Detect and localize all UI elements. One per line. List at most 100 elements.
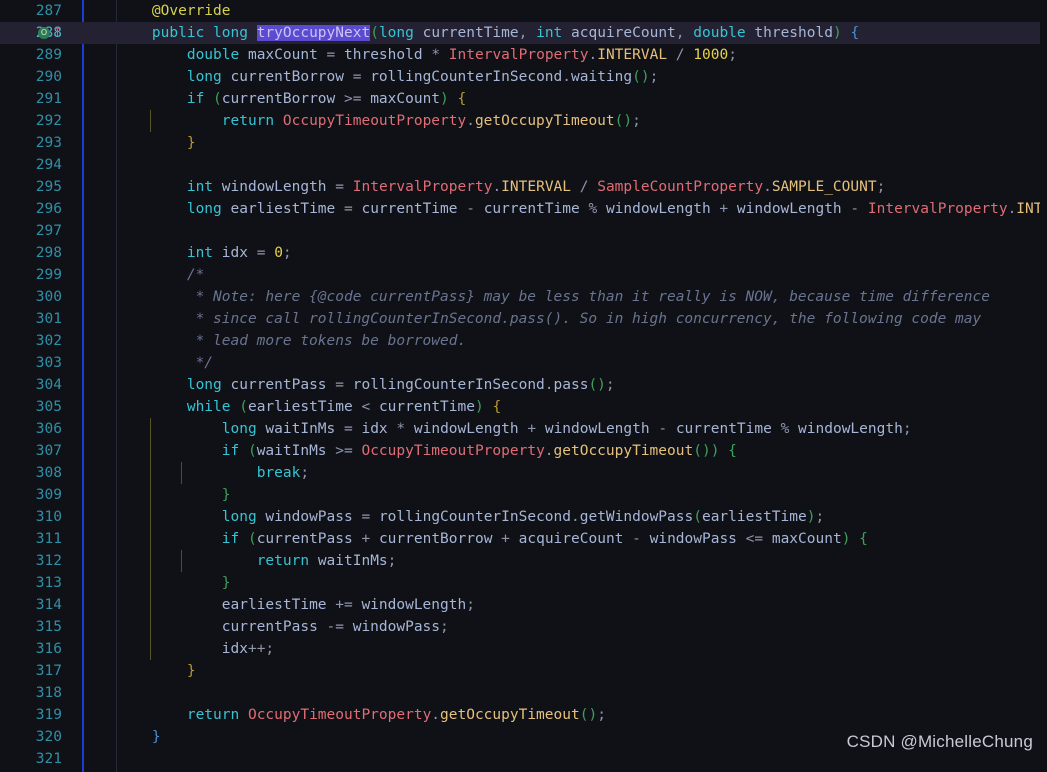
code-line-text[interactable]: long waitInMs = idx * windowLength + win…	[117, 418, 912, 440]
code-line-text[interactable]: public long tryOccupyNext(long currentTi…	[117, 22, 859, 44]
code-token: *	[422, 47, 449, 63]
code-line-text[interactable]: @Override	[117, 0, 231, 22]
code-line-text[interactable]: long currentPass = rollingCounterInSecon…	[117, 374, 615, 396]
code-line-text[interactable]: }	[117, 660, 196, 682]
override-indicator-icon[interactable]: O	[38, 27, 50, 39]
code-line-text[interactable]: long windowPass = rollingCounterInSecond…	[117, 506, 824, 528]
code-line-text[interactable]: double maxCount = threshold * IntervalPr…	[117, 44, 737, 66]
code-line-text[interactable]: if (currentBorrow >= maxCount) {	[117, 88, 466, 110]
code-line-text[interactable]: break;	[117, 462, 309, 484]
code-line[interactable]: 291 if (currentBorrow >= maxCount) {	[0, 88, 1047, 110]
code-line[interactable]: 287 @Override	[0, 0, 1047, 22]
code-token: long	[186, 69, 222, 85]
code-line[interactable]: 318	[0, 682, 1047, 704]
code-token: getOccupyTimeout	[553, 443, 694, 459]
code-line-text[interactable]: long currentBorrow = rollingCounterInSec…	[117, 66, 658, 88]
code-line-text[interactable]: int windowLength = IntervalProperty.INTE…	[117, 176, 885, 198]
code-line-text[interactable]: idx++;	[117, 638, 274, 660]
code-line-text[interactable]: currentPass -= windowPass;	[117, 616, 449, 638]
vertical-scrollbar[interactable]	[1040, 0, 1047, 772]
code-line-text[interactable]: if (waitInMs >= OccupyTimeoutProperty.ge…	[117, 440, 737, 462]
code-line[interactable]: 295 int windowLength = IntervalProperty.…	[0, 176, 1047, 198]
code-line[interactable]: 306 long waitInMs = idx * windowLength +…	[0, 418, 1047, 440]
code-line[interactable]: 290 long currentBorrow = rollingCounterI…	[0, 66, 1047, 88]
code-line-text[interactable]: }	[117, 726, 161, 748]
code-line[interactable]: 319 return OccupyTimeoutProperty.getOccu…	[0, 704, 1047, 726]
code-token: %	[771, 421, 799, 437]
line-number: 297	[35, 223, 62, 239]
line-number: 310	[35, 509, 62, 525]
code-line[interactable]: 310 long windowPass = rollingCounterInSe…	[0, 506, 1047, 528]
code-line-text[interactable]: * lead more tokens be borrowed.	[117, 330, 467, 352]
code-token: earliestTime	[230, 201, 336, 217]
gutter-icon-group[interactable]: O ↑	[38, 22, 82, 44]
code-line[interactable]: 294	[0, 154, 1047, 176]
code-line-text[interactable]: */	[117, 352, 213, 374]
code-line-text[interactable]: return OccupyTimeoutProperty.getOccupyTi…	[117, 704, 606, 726]
code-line[interactable]: 315 currentPass -= windowPass;	[0, 616, 1047, 638]
code-line-text[interactable]: }	[117, 484, 231, 506]
code-line-text[interactable]: if (currentPass + currentBorrow + acquir…	[117, 528, 868, 550]
code-line[interactable]: 298 int idx = 0;	[0, 242, 1047, 264]
code-line[interactable]: 317 }	[0, 660, 1047, 682]
code-line-text[interactable]: }	[117, 572, 231, 594]
code-line-text[interactable]: return waitInMs;	[117, 550, 397, 572]
code-token: currentPass	[230, 377, 327, 393]
code-line[interactable]: 289 double maxCount = threshold * Interv…	[0, 44, 1047, 66]
code-line-text[interactable]: while (earliestTime < currentTime) {	[117, 396, 501, 418]
code-line[interactable]: 292 return OccupyTimeoutProperty.getOccu…	[0, 110, 1047, 132]
code-line[interactable]: 293 }	[0, 132, 1047, 154]
code-line[interactable]: 303 */	[0, 352, 1047, 374]
code-line[interactable]: 300 * Note: here {@code currentPass} may…	[0, 286, 1047, 308]
code-line-text[interactable]: /*	[117, 264, 204, 286]
code-token: while	[186, 399, 231, 415]
code-token: earliestTime	[701, 509, 807, 525]
code-line[interactable]: 314 earliestTime += windowLength;	[0, 594, 1047, 616]
code-line[interactable]: 304 long currentPass = rollingCounterInS…	[0, 374, 1047, 396]
code-line-text[interactable]: }	[117, 132, 196, 154]
overriding-method-arrow-icon[interactable]: ↑	[52, 25, 63, 41]
code-token: 0	[274, 245, 283, 261]
code-line[interactable]: 312 return waitInMs;	[0, 550, 1047, 572]
code-token: acquireCount	[571, 25, 676, 41]
code-line[interactable]: 311 if (currentPass + currentBorrow + ac…	[0, 528, 1047, 550]
code-line[interactable]: 301 * since call rollingCounterInSecond.…	[0, 308, 1047, 330]
code-line-text[interactable]: * Note: here {@code currentPass} may be …	[117, 286, 990, 308]
code-line[interactable]: 307 if (waitInMs >= OccupyTimeoutPropert…	[0, 440, 1047, 462]
code-token: }	[186, 663, 196, 679]
code-token: {	[728, 443, 737, 459]
code-line[interactable]: 316 idx++;	[0, 638, 1047, 660]
code-token: currentTime	[378, 399, 475, 415]
code-line[interactable]: 297	[0, 220, 1047, 242]
code-line-text[interactable]: * since call rollingCounterInSecond.pass…	[117, 308, 982, 330]
code-line[interactable]: 305 while (earliestTime < currentTime) {	[0, 396, 1047, 418]
code-token: OccupyTimeoutProperty	[361, 443, 545, 459]
code-line[interactable]: 313 }	[0, 572, 1047, 594]
code-line-text[interactable]: int idx = 0;	[117, 242, 292, 264]
code-line[interactable]: 288O↑ public long tryOccupyNext(long cur…	[0, 22, 1047, 44]
code-line[interactable]: 309 }	[0, 484, 1047, 506]
code-line-text[interactable]: earliestTime += windowLength;	[117, 594, 475, 616]
code-line[interactable]: 299 /*	[0, 264, 1047, 286]
code-line-text[interactable]: long earliestTime = currentTime - curren…	[117, 198, 1047, 220]
code-line[interactable]: 308 break;	[0, 462, 1047, 484]
code-line[interactable]: 296 long earliestTime = currentTime - cu…	[0, 198, 1047, 220]
code-token: =	[344, 69, 371, 85]
code-line-text[interactable]: return OccupyTimeoutProperty.getOccupyTi…	[117, 110, 641, 132]
code-token: .	[1007, 201, 1017, 217]
code-editor[interactable]: 287 @Override288O↑ public long tryOccupy…	[0, 0, 1047, 772]
code-token: (	[247, 531, 257, 547]
code-token: idx	[221, 641, 248, 657]
code-line[interactable]: 302 * lead more tokens be borrowed.	[0, 330, 1047, 352]
line-number: 312	[35, 553, 62, 569]
